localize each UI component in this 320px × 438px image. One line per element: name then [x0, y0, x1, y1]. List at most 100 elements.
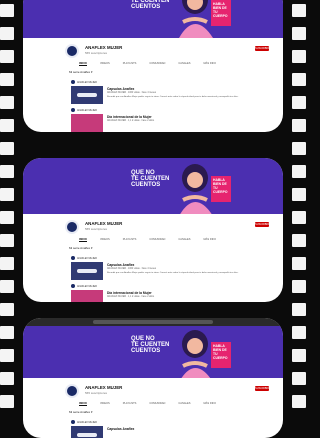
video-title[interactable]: Día internacional de la Mujer	[107, 291, 152, 295]
film-perforation	[0, 142, 14, 155]
section-label[interactable]: Mi serie Anaflex ▾	[69, 70, 93, 74]
film-perforation	[0, 4, 14, 17]
address-bar[interactable]	[93, 320, 213, 324]
tab-canales[interactable]: CANALES	[178, 62, 190, 65]
row-channel-icon	[71, 284, 75, 288]
video-title[interactable]: Capsulas Anaflex	[107, 427, 134, 431]
row-channel-name: ANAFLEX MUJER	[77, 257, 97, 260]
video-thumbnail[interactable]	[71, 290, 103, 302]
film-perforation	[292, 165, 306, 178]
film-perforation	[292, 142, 306, 155]
subscribe-button[interactable]: SUSCRIBIRSE	[255, 222, 273, 227]
film-perforation	[292, 27, 306, 40]
video-thumbnail[interactable]	[71, 426, 103, 438]
row-channel-icon	[71, 80, 75, 84]
film-perforation	[0, 165, 14, 178]
video-thumbnail[interactable]	[71, 86, 103, 104]
film-frame-3: QUE NO TE CUENTEN CUENTOS HABLA BIEN DE …	[23, 318, 283, 438]
film-perforation	[0, 280, 14, 293]
video-meta: ANAFLEX MUJER · 1064 vistas · hace 4 mes…	[107, 268, 157, 270]
channel-banner: QUE NO TE CUENTEN CUENTOS HABLA BIEN DE …	[23, 158, 283, 214]
tab-inicio[interactable]: INICIO	[79, 402, 87, 406]
tab-inicio[interactable]: INICIO	[79, 62, 87, 66]
tab-canales[interactable]: CANALES	[178, 238, 190, 241]
channel-name: ANAFLEX MUJER	[85, 385, 123, 390]
film-perforation	[292, 50, 306, 63]
film-perforation	[0, 349, 14, 362]
video-thumbnail[interactable]	[71, 262, 103, 280]
banner-badge: HABLA BIEN DE TU CUERPO	[211, 176, 231, 202]
subscriber-count: 565 suscriptores	[85, 391, 108, 395]
subscriber-count: 565 suscriptores	[85, 227, 108, 231]
subscriber-count: 565 suscriptores	[85, 51, 108, 55]
channel-banner: TE CUENTEN CUENTOS HABLA BIEN DE TU CUER…	[23, 0, 283, 38]
film-perforation	[292, 257, 306, 270]
channel-avatar[interactable]	[65, 384, 79, 398]
video-title[interactable]: Capsulas Anaflex	[107, 87, 134, 91]
channel-avatar[interactable]	[65, 44, 79, 58]
row-channel-icon	[71, 256, 75, 260]
film-perforation	[292, 4, 306, 17]
video-meta: ANAFLEX MUJER · 1,1 k vistas · hace 2 añ…	[107, 120, 155, 122]
section-label[interactable]: Mi serie Anaflex ▾	[69, 246, 93, 250]
tab-playlists[interactable]: PLAYLISTS	[123, 62, 137, 65]
subscribe-button[interactable]: SUSCRIBIRSE	[255, 46, 273, 51]
video-title[interactable]: Capsulas Anaflex	[107, 263, 134, 267]
channel-tabs: INICIO VIDEOS PLAYLISTS COMUNIDAD CANALES MÁS…	[79, 62, 229, 66]
channel-banner: QUE NO TE CUENTEN CUENTOS HABLA BIEN DE …	[23, 326, 283, 378]
banner-badge: HABLA BIEN DE TU CUERPO	[211, 342, 231, 368]
film-frame-1: TE CUENTEN CUENTOS HABLA BIEN DE TU CUER…	[23, 0, 283, 132]
tab-videos[interactable]: VIDEOS	[100, 402, 110, 405]
film-perforation	[0, 211, 14, 224]
channel-tabs: INICIO VIDEOS PLAYLISTS COMUNIDAD CANALES MÁS…	[79, 238, 229, 242]
row-channel-name: ANAFLEX MUJER	[77, 285, 97, 288]
tab-inicio[interactable]: INICIO	[79, 238, 87, 242]
channel-avatar[interactable]	[65, 220, 79, 234]
section-label[interactable]: Mi serie Anaflex ▾	[69, 410, 93, 414]
tab-playlists[interactable]: PLAYLISTS	[123, 402, 137, 405]
film-perforation	[0, 303, 14, 316]
video-thumbnail[interactable]	[71, 114, 103, 132]
film-perforation	[292, 326, 306, 339]
tab-mas-info[interactable]: MÁS INFO	[204, 238, 217, 241]
film-perforation	[292, 73, 306, 86]
film-perforation	[292, 96, 306, 109]
film-perforation	[0, 119, 14, 132]
row-channel-name: ANAFLEX MUJER	[77, 81, 97, 84]
film-perforation	[292, 372, 306, 385]
film-perforation	[292, 234, 306, 247]
film-perforation	[0, 188, 14, 201]
row-channel-name: ANAFLEX MUJER	[77, 109, 97, 112]
film-perforation	[0, 234, 14, 247]
tab-canales[interactable]: CANALES	[178, 402, 190, 405]
video-title[interactable]: Día internacional de la Mujer	[107, 115, 152, 119]
film-perforation	[292, 188, 306, 201]
film-perforation	[0, 27, 14, 40]
film-perforation	[0, 73, 14, 86]
row-channel-name: ANAFLEX MUJER	[77, 421, 97, 424]
anaflex-logo-icon	[77, 269, 97, 273]
video-description: Recordá que con Anaflex Mujer podés segu…	[107, 96, 239, 98]
tab-comunidad[interactable]: COMUNIDAD	[149, 62, 165, 65]
anaflex-logo-icon	[77, 93, 97, 97]
tab-comunidad[interactable]: COMUNIDAD	[149, 238, 165, 241]
tab-playlists[interactable]: PLAYLISTS	[123, 238, 137, 241]
channel-tabs: INICIO VIDEOS PLAYLISTS COMUNIDAD CANALES MÁS…	[79, 402, 229, 406]
video-description: Recordá que con Anaflex Mujer podés segu…	[107, 272, 239, 274]
channel-name: ANAFLEX MUJER	[85, 221, 123, 226]
tab-videos[interactable]: VIDEOS	[100, 62, 110, 65]
film-perforation	[0, 96, 14, 109]
film-perforation	[0, 257, 14, 270]
browser-bar	[23, 318, 283, 326]
film-perforation	[0, 326, 14, 339]
tab-comunidad[interactable]: COMUNIDAD	[149, 402, 165, 405]
row-channel-icon	[71, 108, 75, 112]
film-perforation	[292, 349, 306, 362]
row-channel-icon	[71, 420, 75, 424]
film-perforation	[292, 303, 306, 316]
film-perforation	[292, 280, 306, 293]
tab-mas-info[interactable]: MÁS INFO	[204, 62, 217, 65]
tab-mas-info[interactable]: MÁS INFO	[204, 402, 217, 405]
tab-videos[interactable]: VIDEOS	[100, 238, 110, 241]
subscribe-button[interactable]: SUSCRIBIRSE	[255, 386, 273, 391]
